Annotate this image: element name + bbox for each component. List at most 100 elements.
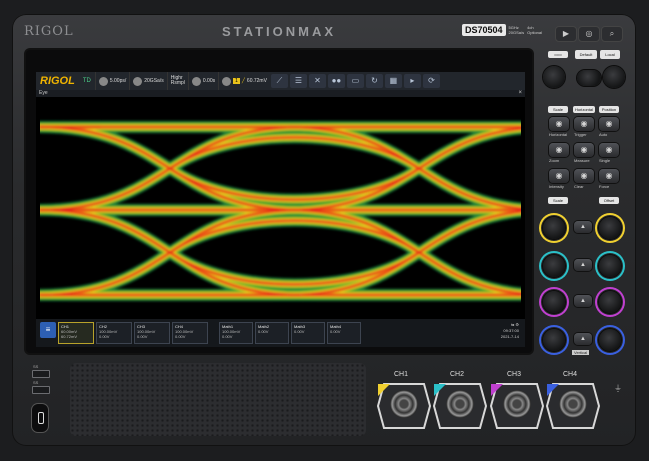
bnc-connector-icon: [446, 390, 474, 418]
model-number: DS70504: [462, 24, 506, 36]
model-spec-2: 4ch Optional: [527, 25, 543, 35]
lock-button[interactable]: ▭▭: [548, 51, 568, 58]
menu-button[interactable]: ≡: [40, 322, 56, 338]
ch1-offset-knob[interactable]: [599, 217, 621, 239]
trigger-label: Trigger: [574, 132, 587, 137]
trigger-control[interactable]: 1 ╱ 60.72mV: [218, 72, 270, 90]
knob-icon: [133, 76, 143, 86]
ch1-port-label: CH1: [394, 371, 409, 378]
ch4-scale-knob[interactable]: [543, 329, 565, 351]
default-button[interactable]: Default: [575, 50, 597, 59]
clear-button[interactable]: ◉: [574, 169, 594, 183]
bnc-connector-icon: [503, 390, 531, 418]
ch4-offset-knob[interactable]: [599, 329, 621, 351]
channel-tab-1[interactable]: CH1 60.00mV 60.72mV: [58, 322, 94, 344]
usb-label-1: SS: [33, 364, 39, 369]
multipurpose-knob-b[interactable]: [603, 66, 625, 88]
knob-icon: [191, 76, 201, 86]
channel-tab-5[interactable]: Math1 100.00mV 0.00V: [219, 322, 253, 344]
acquire-mode[interactable]: Highr Rsmpl: [166, 72, 188, 90]
scale-pill-2: Scale: [548, 197, 568, 204]
scale-pill: Scale: [548, 106, 568, 113]
auto-button[interactable]: ⌕: [601, 26, 623, 42]
channel-tab-6[interactable]: Math2 0.00V: [255, 322, 289, 344]
bnc-connector-icon: [390, 390, 418, 418]
measure-label: Measure: [574, 158, 590, 163]
knob-icon: [222, 76, 232, 86]
arrow-icon[interactable]: ▸: [403, 74, 421, 88]
window-icon[interactable]: ▭: [346, 74, 364, 88]
ch2-port-label: CH2: [450, 371, 465, 378]
sample-rate-control[interactable]: 20GSa/s: [129, 72, 166, 90]
ch1-button[interactable]: ▲: [574, 221, 592, 233]
ch2-scale-knob[interactable]: [543, 255, 565, 277]
ch3-offset-knob[interactable]: [599, 291, 621, 313]
usb-port-1[interactable]: [32, 370, 50, 378]
ch3-scale-knob[interactable]: [543, 291, 565, 313]
ch2-input-port[interactable]: [432, 378, 488, 434]
series-logo: STATIONMAX: [222, 24, 337, 39]
ground-terminal[interactable]: ⏚: [614, 383, 622, 394]
zoom-label: Zoom: [549, 158, 560, 163]
ruler-icon[interactable]: ⟋: [270, 74, 288, 88]
usb-label-2: SS: [33, 380, 39, 385]
brand-logo: RIGOL: [24, 24, 74, 39]
ch4-button[interactable]: ▲: [574, 333, 592, 345]
usb-port-2[interactable]: [32, 386, 50, 394]
local-button[interactable]: Local: [600, 50, 620, 59]
power-button[interactable]: [32, 404, 48, 432]
zoom-button[interactable]: ◉: [549, 143, 569, 157]
display: RIGOL TD 5.00ps/ 20GSa/s Highr Rsmpl 0.00…: [36, 72, 525, 347]
model-badge: DS70504 5GHz 20GSa/s 4ch Optional: [462, 24, 542, 36]
channel-tab-2[interactable]: CH2 100.00mV 0.00V: [96, 322, 132, 344]
ch1-input-port[interactable]: [376, 378, 432, 434]
bnc-connector-icon: [559, 390, 587, 418]
knob-icon: [98, 76, 108, 86]
ch4-port-label: CH4: [563, 371, 578, 378]
measure-button[interactable]: ◉: [574, 143, 594, 157]
rigol-logo: RIGOL: [40, 75, 75, 87]
intensity-label: Intensity: [549, 184, 564, 189]
ch3-port-label: CH3: [507, 371, 522, 378]
multipurpose-knob-a[interactable]: [543, 66, 565, 88]
force-label: Force: [599, 184, 610, 189]
mode-indicator[interactable]: TD: [79, 78, 95, 84]
channel-tab-8[interactable]: Math4 0.00V: [327, 322, 361, 344]
horizontal-label: Horizontal: [549, 132, 568, 137]
ch1-scale-knob[interactable]: [543, 217, 565, 239]
channel-tab-4[interactable]: CH4 100.00mV 0.00V: [172, 322, 208, 344]
ch2-offset-knob[interactable]: [599, 255, 621, 277]
list-icon[interactable]: ☰: [289, 74, 307, 88]
run-stop-button[interactable]: ▶: [555, 26, 577, 42]
timebase-control[interactable]: 5.00ps/: [94, 72, 129, 90]
auto-button[interactable]: ◉: [599, 117, 619, 131]
offset-pill: Offset: [599, 197, 619, 204]
horizontal-button[interactable]: ◉: [549, 117, 569, 131]
offset-control[interactable]: 0.00s: [187, 72, 218, 90]
intensity-button[interactable]: ◉: [549, 169, 569, 183]
grid-icon[interactable]: ▦: [384, 74, 402, 88]
ch3-input-port[interactable]: [489, 378, 545, 434]
cycle-icon[interactable]: ⟳: [422, 74, 440, 88]
history-icon[interactable]: ↻: [365, 74, 383, 88]
status-bar: ≡ CH1 60.00mV 60.72mV CH2 100.00mV 0.00V CH3 10…: [36, 319, 525, 347]
ch3-button[interactable]: ▲: [574, 295, 592, 307]
force-button[interactable]: ◉: [599, 169, 619, 183]
zoom-icon[interactable]: ✕: [308, 74, 326, 88]
navigate-knob[interactable]: [577, 70, 601, 86]
toolbar: RIGOL TD 5.00ps/ 20GSa/s Highr Rsmpl 0.00…: [36, 72, 525, 90]
clock: ⇆ ⚙ 09:37:00 2021-7-14: [500, 322, 519, 339]
single-button[interactable]: ◉: [599, 143, 619, 157]
single-button[interactable]: ◎: [578, 26, 600, 42]
channel-tab-3[interactable]: CH3 100.00mV 0.00V: [134, 322, 170, 344]
auto-label: Auto: [599, 132, 608, 137]
horizontal-pill: Horizontal: [573, 106, 595, 113]
vertical-label: Vertical: [572, 350, 590, 355]
close-icon[interactable]: ×: [518, 90, 522, 96]
eye-diagram: [40, 121, 521, 301]
channel-tab-7[interactable]: Math3 0.00V: [291, 322, 325, 344]
trigger-button[interactable]: ◉: [574, 117, 594, 131]
ch4-input-port[interactable]: [545, 378, 601, 434]
ch2-button[interactable]: ▲: [574, 259, 592, 271]
link-icon[interactable]: ●●: [327, 74, 345, 88]
